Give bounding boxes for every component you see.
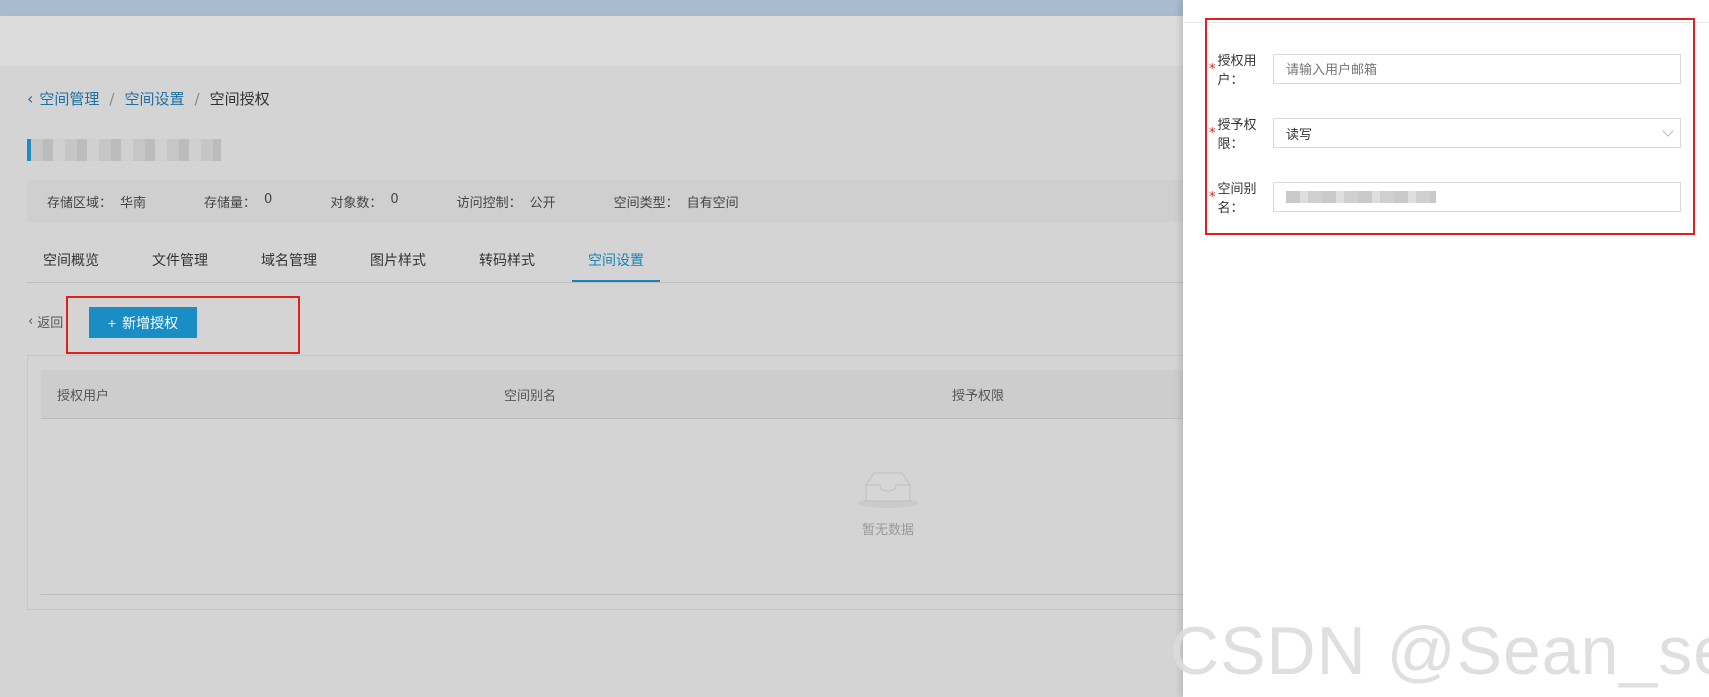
empty-state: 暂无数据 <box>848 469 928 538</box>
breadcrumb-current: 空间授权 <box>209 90 270 108</box>
highlight-box <box>1205 18 1695 235</box>
tab-bar: 空间概览 文件管理 域名管理 图片样式 转码样式 空间设置 <box>27 246 1200 283</box>
column-header: 授权用户 <box>57 388 110 404</box>
inbox-icon <box>858 472 918 508</box>
empty-text: 暂无数据 <box>861 523 914 538</box>
breadcrumb-space-settings[interactable]: 空间设置 <box>124 88 184 109</box>
tab-transcode-styles[interactable]: 转码样式 <box>463 246 551 282</box>
info-label: 空间类型： <box>613 195 679 211</box>
breadcrumb-space-management[interactable]: 空间管理 <box>39 88 99 109</box>
column-header: 空间别名 <box>504 388 557 404</box>
tab-domains[interactable]: 域名管理 <box>245 246 333 282</box>
bucket-info-bar: 存储区域： 华南 存储量： 0 对象数： 0 访问控制： 公开 空间类型： 自有空间 <box>27 180 1200 222</box>
column-header: 授予权限 <box>952 388 1005 404</box>
authorization-table: 授权用户 空间别名 授予权限 暂无数据 <box>27 355 1202 610</box>
info-value: 0 <box>390 191 399 207</box>
back-link[interactable]: ‹ 返回 <box>28 312 63 331</box>
highlight-box <box>66 296 300 354</box>
table-bottom-divider <box>41 594 1201 595</box>
info-value: 华南 <box>120 195 147 211</box>
chevron-left-icon[interactable]: ‹ <box>27 89 33 108</box>
bucket-name-blurred <box>27 139 221 161</box>
chevron-left-icon: ‹ <box>28 314 34 329</box>
table-header: 授权用户 空间别名 授予权限 <box>41 370 1201 419</box>
tab-image-styles[interactable]: 图片样式 <box>354 246 442 282</box>
info-label: 对象数： <box>330 195 383 211</box>
info-type: 空间类型： 自有空间 <box>614 192 739 211</box>
info-label: 访问控制： <box>456 195 522 211</box>
breadcrumb-separator: / <box>194 89 200 108</box>
info-value: 自有空间 <box>686 195 739 211</box>
info-storage: 存储量： 0 <box>204 192 272 211</box>
info-access: 访问控制： 公开 <box>457 192 556 211</box>
info-value: 0 <box>264 191 273 207</box>
tab-overview[interactable]: 空间概览 <box>27 246 115 282</box>
back-label: 返回 <box>37 316 64 331</box>
tab-files[interactable]: 文件管理 <box>136 246 224 282</box>
watermark: CSDN @Sean_se <box>1170 613 1709 689</box>
breadcrumb: ‹ 空间管理 / 空间设置 / 空间授权 <box>27 88 270 109</box>
tab-space-settings[interactable]: 空间设置 <box>572 246 660 282</box>
info-value: 公开 <box>529 195 556 211</box>
info-region: 存储区域： 华南 <box>47 192 146 211</box>
breadcrumb-separator: / <box>109 89 115 108</box>
info-objects: 对象数： 0 <box>330 192 398 211</box>
info-label: 存储量： <box>204 195 257 211</box>
info-label: 存储区域： <box>47 195 113 211</box>
